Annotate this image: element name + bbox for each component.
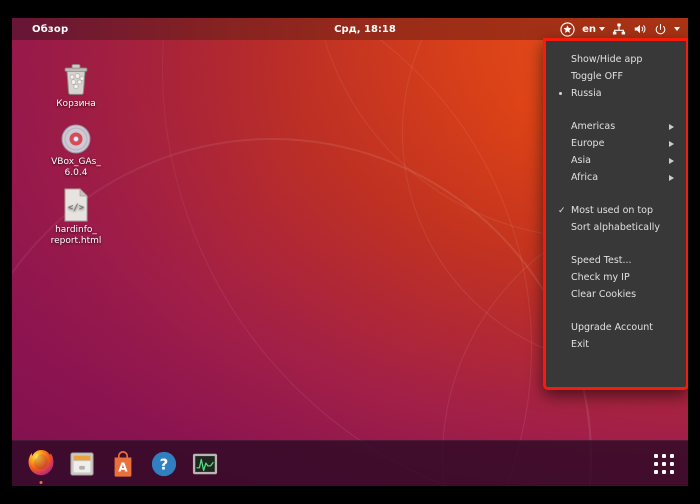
menu-item-americas[interactable]: Americas bbox=[546, 118, 686, 135]
menu-item-label: Check my IP bbox=[571, 272, 630, 283]
radio-selected-icon bbox=[559, 92, 562, 95]
menu-item-europe[interactable]: Europe bbox=[546, 135, 686, 152]
volume-icon[interactable] bbox=[633, 18, 647, 40]
desktop-icon-label-line1: VBox_GAs_ bbox=[51, 157, 101, 167]
desktop-icon-label-line2: 6.0.4 bbox=[64, 168, 88, 178]
menu-item-label: Sort alphabetically bbox=[571, 222, 661, 233]
menu-separator bbox=[546, 303, 686, 319]
chevron-right-icon bbox=[669, 123, 674, 130]
network-icon[interactable] bbox=[612, 18, 626, 40]
menu-item-speed-test[interactable]: Speed Test... bbox=[546, 252, 686, 269]
menu-item-toggle-off[interactable]: Toggle OFF bbox=[546, 68, 686, 85]
dock-items: A ? bbox=[24, 447, 222, 484]
chevron-right-icon bbox=[669, 157, 674, 164]
menu-item-label: Speed Test... bbox=[571, 255, 632, 266]
menu-item-label: Russia bbox=[571, 88, 602, 99]
language-indicator[interactable]: en bbox=[582, 24, 605, 35]
menu-item-label: Exit bbox=[571, 339, 589, 350]
power-icon[interactable] bbox=[654, 18, 667, 40]
desktop-icon-label-line1: hardinfo_ bbox=[55, 225, 97, 235]
dock-item-files[interactable] bbox=[65, 447, 99, 481]
menu-item-label: Toggle OFF bbox=[571, 71, 623, 82]
chevron-down-icon bbox=[599, 27, 605, 31]
svg-text:</>: </> bbox=[68, 203, 85, 213]
desktop-icon-hardinfo-report[interactable]: </> hardinfo_ report.html bbox=[38, 186, 114, 247]
menu-item-label: Africa bbox=[571, 172, 599, 183]
language-label: en bbox=[582, 23, 596, 35]
menu-item-label: Clear Cookies bbox=[571, 289, 637, 300]
system-tray: en bbox=[560, 18, 680, 40]
show-applications-button[interactable] bbox=[654, 453, 674, 474]
html-file-icon: </> bbox=[38, 186, 114, 222]
menu-item-upgrade-account[interactable]: Upgrade Account bbox=[546, 319, 686, 336]
desktop-icon-label: Корзина bbox=[56, 99, 96, 109]
running-indicator bbox=[39, 480, 43, 484]
menu-item-label: Europe bbox=[571, 138, 605, 149]
menu-item-sort-alphabetically[interactable]: Sort alphabetically bbox=[546, 219, 686, 236]
svg-text:A: A bbox=[118, 460, 128, 474]
menu-item-show-hide-app[interactable]: Show/Hide app bbox=[546, 51, 686, 68]
menu-pointer bbox=[572, 41, 588, 48]
menu-separator bbox=[546, 236, 686, 252]
menu-item-russia[interactable]: Russia bbox=[546, 85, 686, 102]
menu-separator bbox=[546, 102, 686, 118]
dock-item-ubuntu-software[interactable]: A bbox=[106, 447, 140, 481]
dock: A ? bbox=[12, 440, 688, 486]
chevron-right-icon bbox=[669, 140, 674, 147]
svg-text:?: ? bbox=[160, 455, 169, 473]
checkmark-icon: ✓ bbox=[558, 205, 566, 216]
menu-item-asia[interactable]: Asia bbox=[546, 152, 686, 169]
dock-item-help[interactable]: ? bbox=[147, 447, 181, 481]
top-panel: Обзор Срд, 18:18 en bbox=[12, 18, 688, 40]
menu-item-exit[interactable]: Exit bbox=[546, 336, 686, 353]
dock-item-system-monitor[interactable] bbox=[188, 447, 222, 481]
menu-separator bbox=[546, 186, 686, 202]
dock-item-firefox[interactable] bbox=[24, 447, 58, 484]
menu-item-label: Most used on top bbox=[571, 205, 653, 216]
desktop-icon-label-line2: report.html bbox=[50, 236, 102, 246]
menu-item-most-used-on-top[interactable]: ✓ Most used on top bbox=[546, 202, 686, 219]
menu-item-list: Show/Hide app Toggle OFF Russia Americas… bbox=[546, 51, 686, 353]
menu-item-label: Upgrade Account bbox=[571, 322, 653, 333]
menu-item-africa[interactable]: Africa bbox=[546, 169, 686, 186]
menu-item-label: Asia bbox=[571, 155, 591, 166]
vpn-shield-icon[interactable] bbox=[560, 18, 575, 40]
desktop-screen: Обзор Срд, 18:18 en Корзина VBox_GAs_ 6.… bbox=[12, 18, 688, 486]
menu-item-clear-cookies[interactable]: Clear Cookies bbox=[546, 286, 686, 303]
system-menu-chevron-icon[interactable] bbox=[674, 27, 680, 31]
menu-item-label: Americas bbox=[571, 121, 616, 132]
vpn-extension-menu: Show/Hide app Toggle OFF Russia Americas… bbox=[543, 38, 688, 390]
menu-item-check-my-ip[interactable]: Check my IP bbox=[546, 269, 686, 286]
trash-icon bbox=[38, 60, 114, 96]
menu-item-label: Show/Hide app bbox=[571, 54, 643, 65]
desktop-icon-vbox-guest-additions[interactable]: VBox_GAs_ 6.0.4 bbox=[38, 118, 114, 179]
desktop-icon-trash[interactable]: Корзина bbox=[38, 60, 114, 110]
chevron-right-icon bbox=[669, 174, 674, 181]
cd-disc-icon bbox=[38, 118, 114, 154]
